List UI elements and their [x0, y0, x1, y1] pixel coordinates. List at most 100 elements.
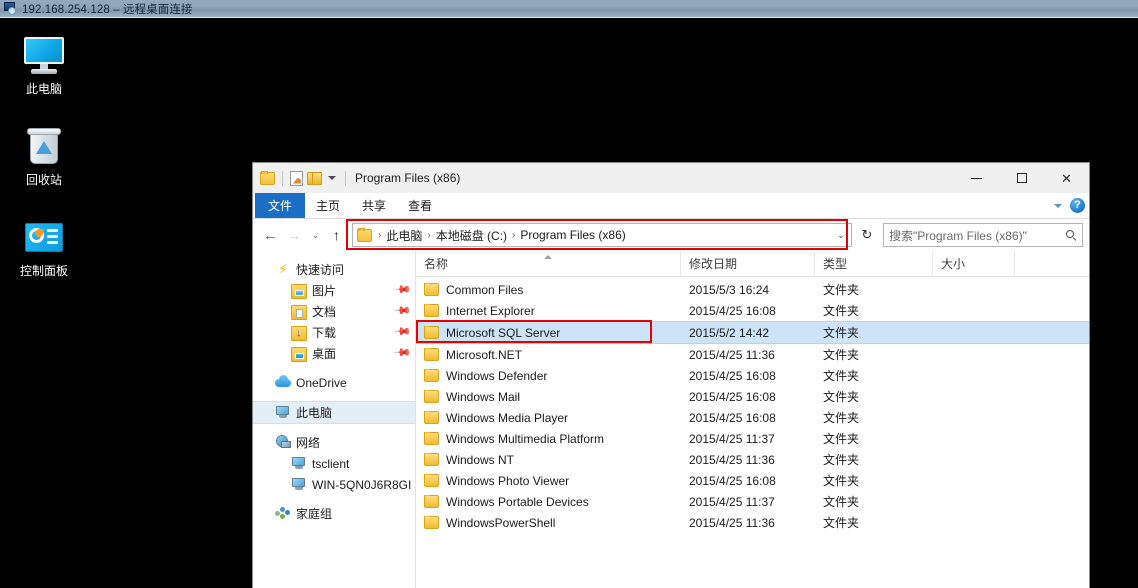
cell-name: WindowsPowerShell: [416, 515, 681, 530]
column-label: 大小: [941, 257, 966, 271]
search-input[interactable]: 搜索"Program Files (x86)": [883, 223, 1083, 247]
refresh-button[interactable]: ↻: [857, 223, 877, 247]
breadcrumb-item-local-disk[interactable]: 本地磁盘 (C:): [433, 226, 510, 245]
recent-locations-button[interactable]: ⌄: [307, 223, 324, 247]
remote-desktop-icon: [4, 2, 18, 15]
sidebar-item-documents[interactable]: 文档 📌: [253, 301, 415, 322]
file-name: Windows Mail: [446, 389, 521, 404]
column-header-size[interactable]: 大小: [933, 251, 1015, 276]
sidebar-item-pictures[interactable]: 图片 📌: [253, 280, 415, 301]
forward-button[interactable]: →: [283, 223, 306, 247]
rdp-titlebar: 192.168.254.128 – 远程桌面连接: [0, 0, 1138, 18]
desktop-icon-label: 回收站: [25, 173, 62, 187]
explorer-titlebar[interactable]: Program Files (x86) ✕: [253, 163, 1089, 193]
sidebar-item-tsclient[interactable]: tsclient: [253, 453, 415, 474]
folder-icon: [424, 282, 439, 296]
help-icon[interactable]: ?: [1070, 198, 1085, 213]
column-headers: 名称 修改日期 类型 大小: [416, 251, 1089, 277]
this-pc-icon: [21, 33, 67, 79]
sidebar-item-network[interactable]: 网络: [253, 432, 415, 453]
table-row[interactable]: Common Files 2015/5/3 16:24 文件夹: [416, 279, 1089, 300]
pictures-folder-icon: [291, 283, 307, 299]
minimize-button[interactable]: [954, 163, 999, 193]
chevron-down-icon[interactable]: [328, 176, 336, 180]
tab-file[interactable]: 文件: [255, 193, 306, 218]
table-row[interactable]: Microsoft.NET 2015/4/25 11:36 文件夹: [416, 344, 1089, 365]
breadcrumb-separator: ›: [512, 229, 516, 241]
quick-access-toolbar: [253, 170, 349, 186]
table-row[interactable]: Windows Mail 2015/4/25 16:08 文件夹: [416, 386, 1089, 407]
table-row[interactable]: Microsoft SQL Server 2015/5/2 14:42 文件夹: [416, 321, 1089, 344]
quick-access-icon: ⚡: [278, 261, 288, 277]
up-button[interactable]: ↑: [325, 223, 348, 247]
breadcrumb-separator: ›: [378, 229, 382, 241]
tab-home[interactable]: 主页: [305, 193, 351, 218]
table-row[interactable]: Windows Photo Viewer 2015/4/25 16:08 文件夹: [416, 470, 1089, 491]
cell-type: 文件夹: [823, 516, 860, 530]
cell-type: 文件夹: [823, 326, 860, 340]
table-row[interactable]: Windows Multimedia Platform 2015/4/25 11:…: [416, 428, 1089, 449]
column-header-name[interactable]: 名称: [416, 251, 681, 276]
ribbon-tabstrip: 文件 主页 共享 查看 ?: [253, 193, 1089, 219]
sidebar-item-onedrive[interactable]: OneDrive: [253, 372, 415, 393]
column-header-date[interactable]: 修改日期: [681, 251, 815, 276]
breadcrumb-item-program-files[interactable]: Program Files (x86): [517, 227, 628, 243]
file-list-pane: 名称 修改日期 类型 大小 Common Files 2015/5/3 16:24…: [416, 251, 1089, 588]
cell-modified-date: 2015/4/25 11:36: [689, 515, 775, 530]
search-icon[interactable]: [1066, 229, 1077, 241]
breadcrumb-item-this-pc[interactable]: 此电脑: [383, 226, 425, 245]
properties-icon[interactable]: [290, 170, 303, 186]
file-name: Microsoft.NET: [446, 347, 523, 362]
maximize-button[interactable]: [999, 163, 1044, 193]
table-row[interactable]: Windows Portable Devices 2015/4/25 11:37 文…: [416, 491, 1089, 512]
desktop-icon-control-panel[interactable]: 控制面板: [6, 215, 82, 278]
close-icon: ✕: [1061, 170, 1072, 186]
pin-icon[interactable]: 📌: [393, 323, 411, 341]
column-header-type[interactable]: 类型: [815, 251, 933, 276]
sidebar-item-quick-access[interactable]: ⚡ 快速访问: [253, 259, 415, 280]
chevron-down-icon[interactable]: [1054, 203, 1062, 208]
cell-name: Windows Mail: [416, 389, 681, 404]
breadcrumb[interactable]: › 此电脑 › 本地磁盘 (C:) › Program Files (x86) …: [352, 223, 852, 247]
folder-icon[interactable]: [260, 170, 275, 185]
this-pc-icon: [275, 405, 291, 420]
tab-view[interactable]: 查看: [397, 193, 443, 218]
cell-name: Internet Explorer: [416, 303, 681, 318]
sidebar-item-downloads[interactable]: 下载 📌: [253, 322, 415, 343]
folder-icon: [424, 431, 439, 445]
sidebar-item-desktop[interactable]: 桌面 📌: [253, 343, 415, 364]
desktop-icon-recycle-bin[interactable]: 回收站: [6, 124, 82, 187]
table-row[interactable]: Internet Explorer 2015/4/25 16:08 文件夹: [416, 300, 1089, 321]
table-row[interactable]: Windows NT 2015/4/25 11:36 文件夹: [416, 449, 1089, 470]
sidebar-item-win-host[interactable]: WIN-5QN0J6R8GI: [253, 474, 415, 495]
onedrive-icon: [275, 375, 291, 390]
pin-icon[interactable]: 📌: [393, 302, 411, 320]
tab-share[interactable]: 共享: [351, 193, 397, 218]
new-folder-icon[interactable]: [307, 171, 322, 185]
sidebar-item-this-pc[interactable]: 此电脑: [253, 401, 415, 424]
pin-icon[interactable]: 📌: [393, 344, 411, 362]
close-button[interactable]: ✕: [1044, 163, 1089, 193]
toolbar-divider: [282, 170, 283, 186]
breadcrumb-separator: ›: [427, 229, 431, 241]
cell-name: Windows Multimedia Platform: [416, 431, 681, 446]
table-row[interactable]: Windows Media Player 2015/4/25 16:08 文件夹: [416, 407, 1089, 428]
pin-icon[interactable]: 📌: [393, 281, 411, 299]
rdp-title: 192.168.254.128 – 远程桌面连接: [22, 3, 193, 16]
table-row[interactable]: WindowsPowerShell 2015/4/25 11:36 文件夹: [416, 512, 1089, 533]
table-row[interactable]: Windows Defender 2015/4/25 16:08 文件夹: [416, 365, 1089, 386]
breadcrumb-dropdown-icon[interactable]: ⌄: [831, 230, 851, 241]
sidebar-item-homegroup[interactable]: 家庭组: [253, 503, 415, 524]
cell-type: 文件夹: [823, 453, 860, 467]
desktop-icon-this-pc[interactable]: 此电脑: [6, 33, 82, 96]
cell-name: Microsoft SQL Server: [416, 325, 681, 340]
cell-name: Windows Defender: [416, 368, 681, 383]
back-button[interactable]: ←: [259, 223, 282, 247]
computer-icon: [291, 477, 307, 492]
cell-type: 文件夹: [823, 369, 860, 383]
cell-modified-date: 2015/4/25 16:08: [689, 389, 776, 404]
sidebar-item-label: 桌面: [312, 347, 337, 361]
